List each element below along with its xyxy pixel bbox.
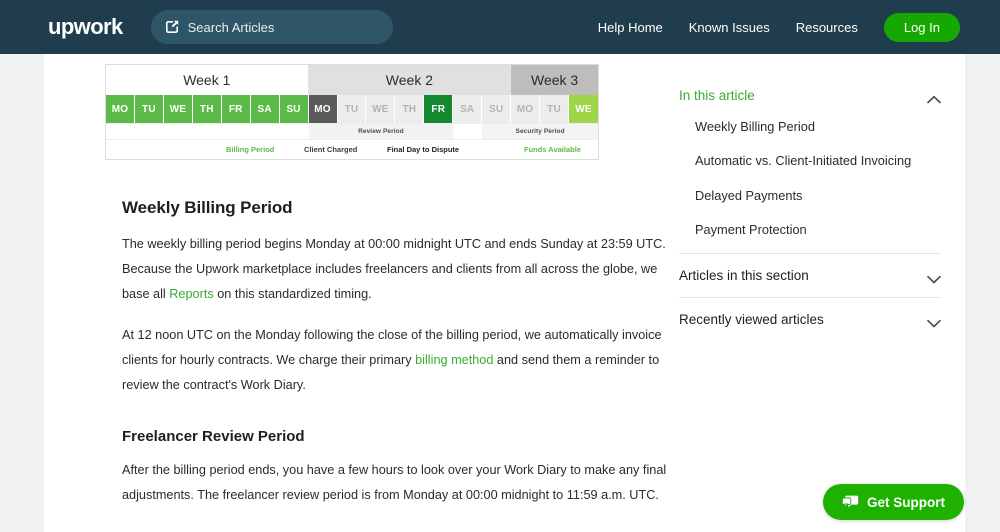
- timeline-week-3: Week 3: [511, 65, 599, 95]
- toc-link-automatic-vs-client-initiated-invoicing[interactable]: Automatic vs. Client-Initiated Invoicing: [695, 153, 941, 168]
- timeline-period-empty: [106, 124, 309, 139]
- nav-link-help-home[interactable]: Help Home: [598, 20, 663, 35]
- in-this-article-title: In this article: [679, 88, 755, 103]
- timeline-period-row: Review Period Security Period: [106, 123, 598, 139]
- timeline-day-cell: TH: [395, 95, 425, 123]
- timeline-week-header-row: Week 1 Week 2 Week 3: [106, 65, 599, 95]
- get-support-label: Get Support: [867, 494, 945, 510]
- page-body: Week 1 Week 2 Week 3 MO TU WE TH FR SA SU MO TU WE T…: [0, 54, 1000, 532]
- timeline-day-cell: SA: [453, 95, 483, 123]
- search-placeholder: Search Articles: [187, 19, 275, 35]
- timeline-day-cell: TH: [192, 95, 222, 123]
- content-card: Week 1 Week 2 Week 3 MO TU WE TH FR SA SU MO TU WE T…: [44, 54, 965, 532]
- primary-nav: Help Home Known Issues Resources Log In: [598, 12, 960, 42]
- billing-timeline-diagram: Week 1 Week 2 Week 3 MO TU WE TH FR SA SU MO TU WE T…: [105, 64, 599, 160]
- search-input[interactable]: Search Articles: [150, 10, 393, 44]
- timeline-day-cell: FR: [424, 95, 454, 123]
- timeline-period-security-period: Security Period: [482, 124, 598, 139]
- sidebar: In this article Weekly Billing Period Au…: [656, 54, 965, 532]
- timeline-day-cell: TU: [337, 95, 367, 123]
- nav-link-known-issues[interactable]: Known Issues: [689, 20, 770, 35]
- timeline-week-2: Week 2: [308, 65, 512, 95]
- site-header: upwork Search Articles Help Home Known I…: [0, 0, 1000, 54]
- timeline-day-cell: MO: [511, 95, 541, 123]
- chevron-down-icon: [927, 315, 941, 328]
- main-column: Week 1 Week 2 Week 3 MO TU WE TH FR SA SU MO TU WE T…: [44, 54, 666, 532]
- toc-link-weekly-billing-period[interactable]: Weekly Billing Period: [695, 119, 941, 134]
- articles-in-this-section-toggle[interactable]: Articles in this section: [679, 254, 941, 297]
- in-this-article-list: Weekly Billing Period Automatic vs. Clie…: [679, 111, 941, 253]
- timeline-day-cell: WE: [569, 95, 598, 123]
- timeline-day-cell: WE: [366, 95, 396, 123]
- timeline-day-cell: WE: [163, 95, 193, 123]
- sidebar-section-in-this-article: In this article Weekly Billing Period Au…: [679, 80, 941, 255]
- timeline-label-row: Billing Period Client Charged Final Day to…: [106, 139, 598, 159]
- section-heading-weekly-billing-period: Weekly Billing Period: [122, 198, 293, 217]
- timeline-day-cell: MO: [308, 95, 338, 123]
- article-link-reports[interactable]: Reports: [169, 287, 213, 301]
- sidebar-section-recently-viewed-articles: Recently viewed articles: [679, 298, 941, 341]
- articles-in-this-section-title: Articles in this section: [679, 268, 809, 284]
- in-this-article-toggle[interactable]: In this article: [679, 80, 941, 111]
- get-support-button[interactable]: Get Support: [823, 484, 964, 520]
- timeline-period-review-period: Review Period: [308, 124, 454, 139]
- timeline-day-cell: TU: [540, 95, 569, 123]
- article-body: Weekly Billing Period The weekly billing …: [44, 198, 666, 532]
- section-heading-freelancer-review-period: Freelancer Review Period: [122, 428, 305, 445]
- timeline-day-cell: SU: [482, 95, 512, 123]
- sidebar-section-articles-in-this-section: Articles in this section: [679, 254, 941, 299]
- nav-link-resources[interactable]: Resources: [796, 20, 858, 35]
- timeline-day-row: MO TU WE TH FR SA SU MO TU WE TH FR SA SU MO TU WE: [106, 95, 598, 123]
- login-button[interactable]: Log In: [883, 12, 960, 42]
- timeline-label-final-day-to-dispute: Final Day to Dispute: [387, 145, 460, 154]
- timeline-period-empty: [453, 124, 483, 139]
- timeline-day-cell: SU: [279, 95, 309, 123]
- timeline-day-cell: SA: [250, 95, 280, 123]
- article-paragraph: At 12 noon UTC on the Monday following t…: [122, 328, 662, 392]
- toc-link-payment-protection[interactable]: Payment Protection: [695, 222, 941, 237]
- chat-bubble-icon: [842, 495, 859, 509]
- article-link-billing-method[interactable]: billing method: [415, 353, 493, 367]
- timeline-day-cell: FR: [221, 95, 251, 123]
- timeline-label-funds-available: Funds Available: [524, 145, 581, 154]
- timeline-day-cell: TU: [134, 95, 164, 123]
- timeline-label-billing-period: Billing Period: [226, 145, 275, 154]
- chevron-up-icon: [927, 91, 941, 104]
- upwork-logo[interactable]: upwork: [48, 16, 123, 38]
- article-paragraph: After the billing period ends, you have …: [122, 463, 667, 502]
- toc-link-delayed-payments[interactable]: Delayed Payments: [695, 188, 941, 203]
- recently-viewed-articles-toggle[interactable]: Recently viewed articles: [679, 298, 941, 341]
- search-edit-icon: [165, 20, 179, 34]
- timeline-label-client-charged: Client Charged: [304, 145, 358, 154]
- timeline-day-cell: MO: [106, 95, 135, 123]
- chevron-down-icon: [927, 271, 941, 284]
- recently-viewed-articles-title: Recently viewed articles: [679, 312, 824, 328]
- timeline-week-1: Week 1: [106, 65, 309, 95]
- article-paragraph: The weekly billing period begins Monday …: [122, 237, 666, 301]
